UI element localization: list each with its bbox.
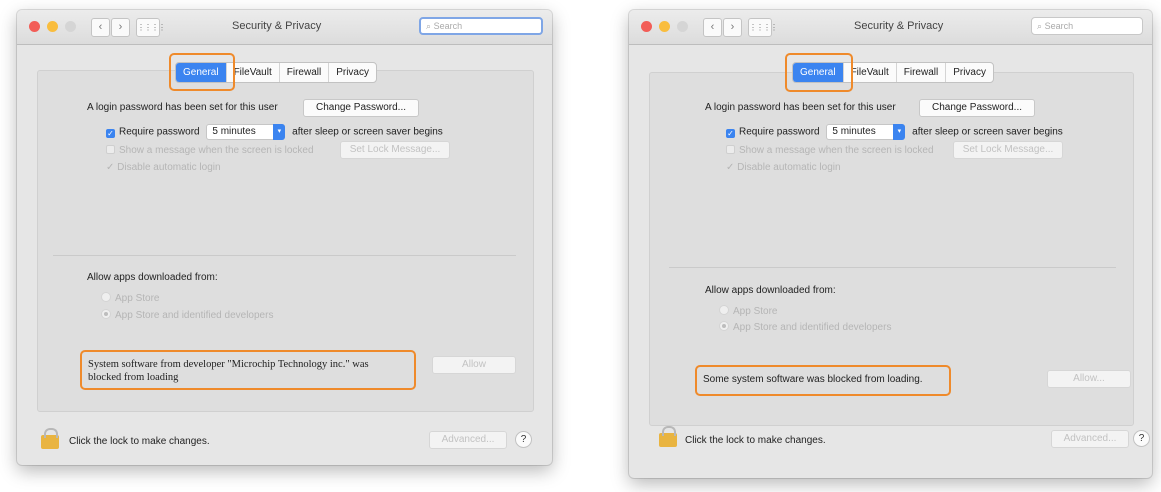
forward-icon[interactable]: ›	[723, 18, 742, 37]
allow-apps-label: Allow apps downloaded from:	[87, 272, 218, 283]
window-controls	[641, 21, 688, 32]
show-all-grid-icon[interactable]: ⋮⋮⋮⋮	[136, 18, 166, 37]
app-store-dev-radio-row: App Store and identified developers	[719, 321, 891, 333]
allow-button[interactable]: Allow	[432, 356, 516, 374]
allow-button[interactable]: Allow...	[1047, 370, 1131, 388]
require-password-checkbox[interactable]: ✓	[106, 128, 115, 138]
window-title: Security & Privacy	[854, 20, 944, 32]
set-lock-message-button[interactable]: Set Lock Message...	[340, 141, 450, 159]
blocked-message-highlight	[80, 350, 416, 390]
advanced-button[interactable]: Advanced...	[429, 431, 507, 449]
search-placeholder: Search	[433, 21, 463, 31]
login-password-text: A login password has been set for this u…	[87, 102, 278, 113]
change-password-button[interactable]: Change Password...	[303, 99, 419, 117]
help-icon[interactable]: ?	[1133, 430, 1150, 447]
disable-login-checkbox[interactable]: ✓	[106, 162, 114, 173]
app-store-dev-radio[interactable]	[101, 309, 111, 319]
close-icon[interactable]	[641, 21, 652, 32]
show-message-checkbox[interactable]	[726, 145, 735, 154]
chevron-down-icon: ▾	[273, 124, 286, 140]
right-window: ‹ › ⋮⋮⋮⋮ Security & Privacy ⌕ Search Gen…	[629, 10, 1152, 478]
disable-login-checkbox[interactable]: ✓	[726, 162, 734, 173]
set-lock-message-button[interactable]: Set Lock Message...	[953, 141, 1063, 159]
left-window: ‹ › ⋮⋮⋮⋮ Security & Privacy ⌕ Search Gen…	[17, 10, 552, 465]
nav-buttons: ‹ ›	[91, 18, 130, 37]
titlebar: ‹ › ⋮⋮⋮⋮ Security & Privacy ⌕ Search	[17, 10, 552, 45]
require-after-label: after sleep or screen saver begins	[912, 126, 1063, 138]
require-password-label: Require password	[739, 126, 820, 138]
app-store-dev-label: App Store and identified developers	[115, 310, 274, 321]
tab-privacy[interactable]: Privacy	[945, 63, 993, 82]
app-store-dev-label: App Store and identified developers	[733, 322, 892, 333]
tab-firewall[interactable]: Firewall	[278, 63, 328, 82]
app-store-dev-radio-row: App Store and identified developers	[101, 309, 273, 321]
blocked-message-highlight	[695, 365, 951, 396]
search-input[interactable]: ⌕ Search	[1031, 17, 1143, 35]
app-store-radio[interactable]	[719, 305, 729, 315]
show-message-row: Show a message when the screen is locked	[106, 145, 314, 156]
login-password-text: A login password has been set for this u…	[705, 102, 896, 113]
lock-icon[interactable]	[41, 428, 59, 449]
change-password-button[interactable]: Change Password...	[919, 99, 1035, 117]
require-password-delay-select[interactable]: 5 minutes ▾	[206, 124, 286, 140]
app-store-label: App Store	[733, 306, 778, 317]
section-divider	[53, 255, 516, 256]
disable-login-row: ✓ Disable automatic login	[106, 162, 221, 173]
require-password-label: Require password	[119, 126, 200, 138]
show-all-grid-icon[interactable]: ⋮⋮⋮⋮	[748, 18, 778, 37]
lock-icon[interactable]	[659, 426, 677, 447]
require-after-label: after sleep or screen saver begins	[292, 126, 443, 138]
app-store-radio[interactable]	[101, 292, 111, 302]
app-store-label: App Store	[115, 293, 160, 304]
zoom-icon[interactable]	[677, 21, 688, 32]
show-message-checkbox[interactable]	[106, 145, 115, 154]
minimize-icon[interactable]	[47, 21, 58, 32]
app-store-radio-row: App Store	[101, 292, 159, 304]
search-icon: ⌕	[426, 21, 432, 31]
require-password-row: ✓ Require password 5 minutes ▾ after sleep…	[106, 124, 443, 140]
forward-icon[interactable]: ›	[111, 18, 130, 37]
allow-apps-label: Allow apps downloaded from:	[705, 285, 836, 296]
tab-firewall[interactable]: Firewall	[895, 63, 945, 82]
zoom-icon[interactable]	[65, 21, 76, 32]
chevron-down-icon: ▾	[893, 124, 906, 140]
disable-login-label: Disable automatic login	[117, 162, 221, 173]
window-title: Security & Privacy	[232, 20, 322, 32]
general-tab-highlight	[169, 53, 235, 91]
show-message-label: Show a message when the screen is locked	[739, 145, 934, 156]
general-tab-highlight	[785, 53, 853, 92]
section-divider	[669, 267, 1116, 268]
app-store-radio-row: App Store	[719, 305, 777, 317]
nav-buttons: ‹ ›	[703, 18, 742, 37]
advanced-button[interactable]: Advanced...	[1051, 430, 1129, 448]
search-placeholder: Search	[1044, 21, 1074, 31]
require-password-row: ✓ Require password 5 minutes ▾ after sleep…	[726, 124, 1063, 140]
window-controls	[29, 21, 76, 32]
search-icon: ⌕	[1037, 21, 1043, 31]
back-icon[interactable]: ‹	[703, 18, 722, 37]
lock-text: Click the lock to make changes.	[685, 435, 826, 446]
require-password-delay-select[interactable]: 5 minutes ▾	[826, 124, 906, 140]
search-input[interactable]: ⌕ Search	[419, 17, 543, 35]
show-message-row: Show a message when the screen is locked	[726, 145, 934, 156]
disable-login-row: ✓ Disable automatic login	[726, 162, 841, 173]
app-store-dev-radio[interactable]	[719, 321, 729, 331]
back-icon[interactable]: ‹	[91, 18, 110, 37]
titlebar: ‹ › ⋮⋮⋮⋮ Security & Privacy ⌕ Search	[629, 10, 1152, 45]
minimize-icon[interactable]	[659, 21, 670, 32]
tab-privacy[interactable]: Privacy	[328, 63, 376, 82]
close-icon[interactable]	[29, 21, 40, 32]
disable-login-label: Disable automatic login	[737, 162, 841, 173]
help-icon[interactable]: ?	[515, 431, 532, 448]
lock-text: Click the lock to make changes.	[69, 436, 210, 447]
require-password-checkbox[interactable]: ✓	[726, 128, 735, 138]
show-message-label: Show a message when the screen is locked	[119, 145, 314, 156]
